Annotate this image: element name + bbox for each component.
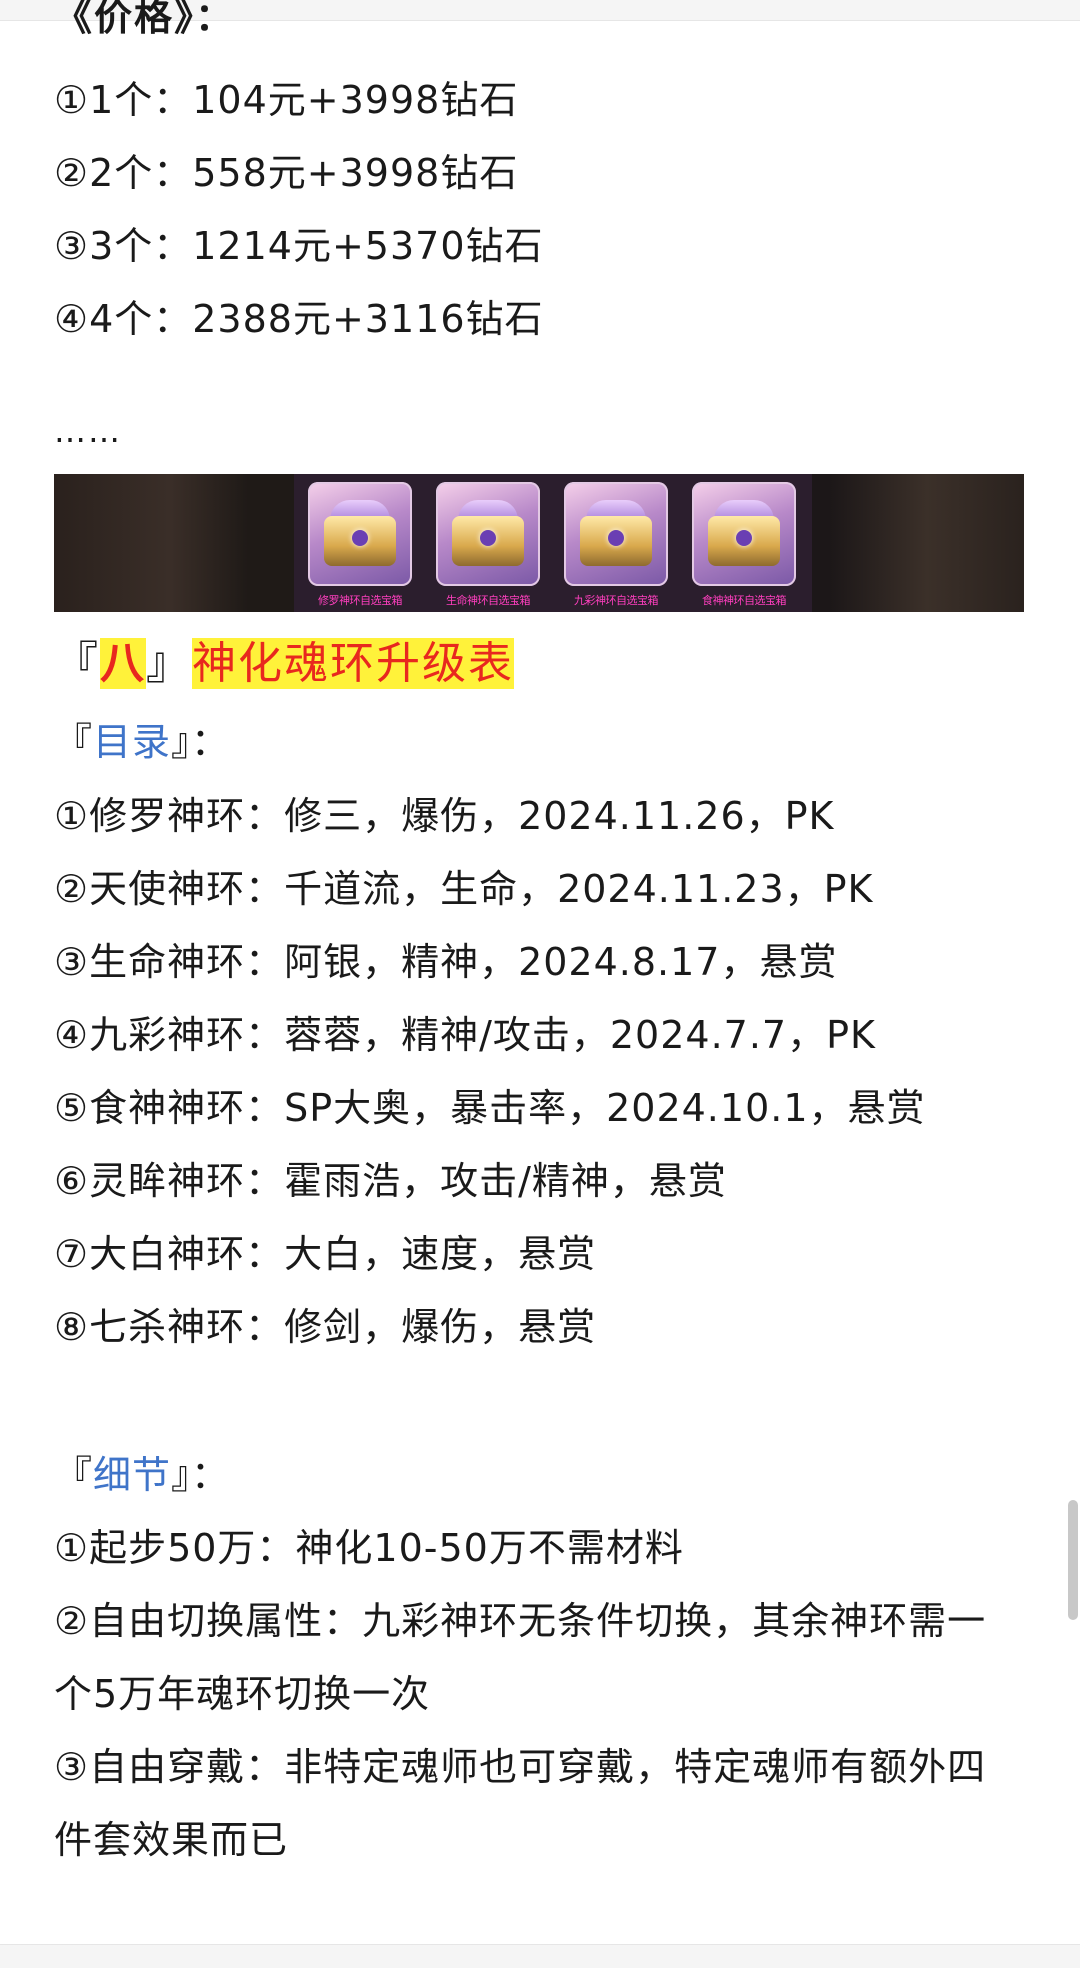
bracket-open: 『 <box>54 638 100 689</box>
catalog-item: ⑧七杀神环：修剑，爆伤，悬赏 <box>54 1305 597 1349</box>
chest-image <box>308 482 412 586</box>
chest-label: 生命神环自选宝箱 <box>446 594 531 607</box>
chest-image <box>692 482 796 586</box>
details-line: 个5万年魂环切换一次 <box>54 1672 431 1716</box>
chest-image <box>436 482 540 586</box>
chest-label: 九彩神环自选宝箱 <box>574 594 659 607</box>
bracket-close: 』： <box>171 1453 231 1497</box>
catalog-item: ④九彩神环：蓉蓉，精神/攻击，2024.7.7，PK <box>54 1013 876 1057</box>
chest-label: 修罗神环自选宝箱 <box>318 594 403 607</box>
section-title-text: 神化魂环升级表 <box>192 638 514 689</box>
details-heading: 『细节』： <box>54 1449 230 1501</box>
catalog-item: ②天使神环：千道流，生命，2024.11.23，PK <box>54 867 874 911</box>
details-line: ③自由穿戴：非特定魂师也可穿戴，特定魂师有额外四 <box>54 1745 987 1789</box>
catalog-item: ③生命神环：阿银，精神，2024.8.17，悬赏 <box>54 940 838 984</box>
price-item: ③3个：1214元+5370钻石 <box>54 224 544 268</box>
bracket-close: 』： <box>171 720 231 764</box>
price-item: ①1个：104元+3998钻石 <box>54 78 519 122</box>
price-heading: 《价格》： <box>54 0 236 39</box>
bracket-close: 』 <box>146 638 192 689</box>
ellipsis: …… <box>54 412 122 450</box>
section-title: 『八』神化魂环升级表 <box>54 634 514 694</box>
details-line: ②自由切换属性：九彩神环无条件切换，其余神环需一 <box>54 1599 987 1643</box>
chest-banner-image: 修罗神环自选宝箱 生命神环自选宝箱 九彩神环自选宝箱 食神神环自选宝箱 <box>54 474 1024 612</box>
details-label: 细节 <box>93 1453 172 1497</box>
catalog-item: ⑥灵眸神环：霍雨浩，攻击/精神，悬赏 <box>54 1159 727 1203</box>
catalog-label: 目录 <box>93 720 172 764</box>
details-line: ①起步50万：神化10-50万不需材料 <box>54 1526 684 1570</box>
catalog-heading: 『目录』： <box>54 716 230 768</box>
chest-label: 食神神环自选宝箱 <box>702 594 787 607</box>
catalog-item: ①修罗神环：修三，爆伤，2024.11.26，PK <box>54 794 835 838</box>
scrollbar-thumb[interactable] <box>1068 1500 1078 1620</box>
catalog-item: ⑦大白神环：大白，速度，悬赏 <box>54 1232 597 1276</box>
details-line: 件套效果而已 <box>54 1818 289 1862</box>
bottom-bar <box>0 1944 1080 1968</box>
bracket-open: 『 <box>54 720 94 764</box>
catalog-item: ⑤食神神环：SP大奥，暴击率，2024.10.1，悬赏 <box>54 1086 926 1130</box>
bracket-open: 『 <box>54 1453 94 1497</box>
price-item: ④4个：2388元+3116钻石 <box>54 297 544 341</box>
chest-image <box>564 482 668 586</box>
section-number: 八 <box>100 638 146 689</box>
price-item: ②2个：558元+3998钻石 <box>54 151 519 195</box>
